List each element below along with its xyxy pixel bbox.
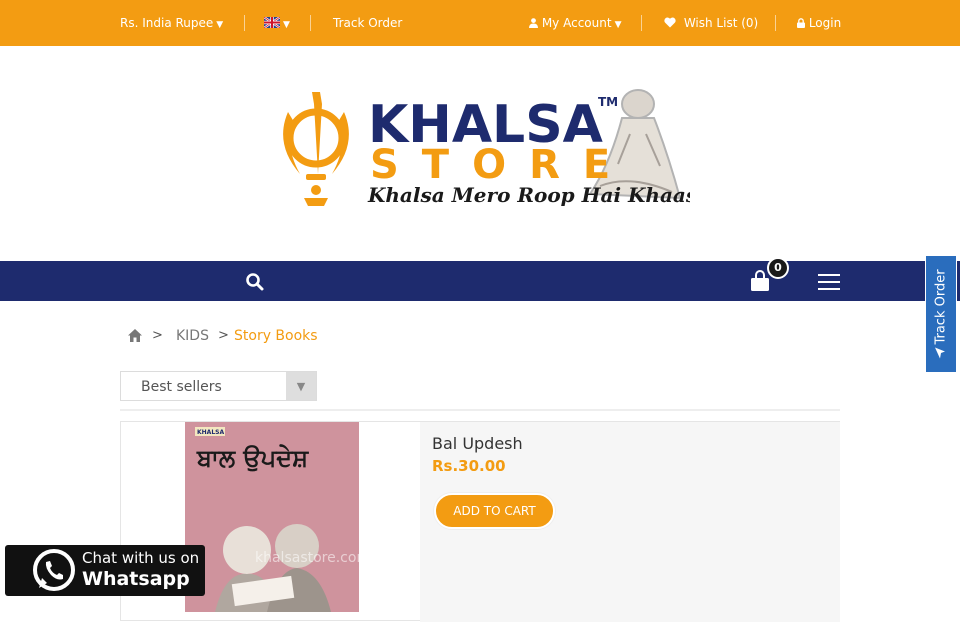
- caret-down-icon: ▼: [216, 20, 224, 30]
- breadcrumb-separator: >: [218, 328, 229, 343]
- logo-store-text: STORE: [370, 142, 633, 188]
- add-to-cart-button[interactable]: ADD TO CART: [434, 493, 555, 529]
- whatsapp-line2: Whatsapp: [82, 568, 190, 590]
- product-image[interactable]: KHALSA ਬਾਲ ਉਪਦੇਸ਼ khalsastore.com: [185, 422, 370, 612]
- search-icon[interactable]: [245, 272, 265, 292]
- menu-hamburger-icon[interactable]: [818, 274, 840, 290]
- whatsapp-line1: Chat with us on: [82, 549, 200, 567]
- plane-icon: [935, 347, 945, 359]
- cover-title: ਬਾਲ ਉਪਦੇਸ਼: [196, 444, 309, 472]
- top-bar: Rs. India Rupee ▼ ▼ Track Order My Accoun…: [0, 0, 960, 46]
- divider: [244, 15, 245, 31]
- wishlist-link[interactable]: Wish List (0): [664, 0, 758, 46]
- divider: [775, 15, 776, 31]
- product-title[interactable]: Bal Updesh: [432, 434, 523, 453]
- breadcrumb-item-kids[interactable]: KIDS: [176, 326, 209, 346]
- home-icon[interactable]: [128, 329, 142, 342]
- logo-tagline: Khalsa Mero Roop Hai Khaas: [367, 183, 690, 207]
- triangle-down-icon: ▼: [286, 372, 316, 400]
- breadcrumb-separator: >: [152, 328, 163, 343]
- logo-tm: TM: [598, 95, 618, 109]
- sort-selected-value: Best sellers: [141, 379, 222, 395]
- side-track-order-label: Track Order: [933, 269, 949, 345]
- currency-label: Rs. India Rupee: [120, 16, 214, 30]
- breadcrumb-item-story-books: Story Books: [234, 328, 318, 344]
- uk-flag-icon: [264, 17, 280, 28]
- whatsapp-chat-button[interactable]: Chat with us on Whatsapp: [5, 545, 205, 596]
- lock-icon: [797, 18, 805, 28]
- product-price: Rs.30.00: [432, 457, 506, 475]
- track-order-link[interactable]: Track Order: [333, 0, 402, 46]
- language-selector[interactable]: ▼: [264, 0, 290, 46]
- main-navbar: [0, 261, 960, 301]
- cart-count-badge: 0: [767, 257, 789, 279]
- divider: [310, 15, 311, 31]
- caret-down-icon: ▼: [283, 20, 290, 30]
- product-card: KHALSA ਬਾਲ ਉਪਦੇਸ਼ khalsastore.com Bal Up…: [120, 421, 840, 622]
- site-logo[interactable]: KHALSA TM STORE Khalsa Mero Roop Hai Kha…: [270, 74, 697, 224]
- my-account-menu[interactable]: My Account ▼: [529, 0, 621, 46]
- cover-badge: KHALSA: [197, 429, 224, 436]
- login-label: Login: [808, 16, 842, 30]
- book-cover-image: KHALSA ਬਾਲ ਉਪਦੇਸ਼ khalsastore.com: [185, 422, 370, 612]
- side-track-order-content: Track Order: [933, 269, 949, 359]
- cover-watermark: khalsastore.com: [255, 550, 359, 566]
- sort-select[interactable]: Best sellers ▼: [120, 371, 317, 401]
- heart-icon: [664, 17, 676, 28]
- divider: [641, 15, 642, 31]
- caret-down-icon: ▼: [614, 20, 622, 30]
- product-info: Bal Updesh Rs.30.00 ADD TO CART: [420, 422, 840, 622]
- divider: [120, 409, 840, 411]
- currency-selector[interactable]: Rs. India Rupee ▼: [120, 0, 223, 46]
- wishlist-label: Wish List (0): [683, 16, 759, 30]
- khalsa-store-logo: KHALSA TM STORE Khalsa Mero Roop Hai Kha…: [283, 89, 697, 207]
- user-icon: [529, 18, 538, 28]
- side-track-order-tab[interactable]: Track Order: [925, 255, 957, 373]
- whatsapp-icon: [33, 549, 75, 591]
- login-link[interactable]: Login: [797, 0, 841, 46]
- my-account-label: My Account: [541, 16, 612, 30]
